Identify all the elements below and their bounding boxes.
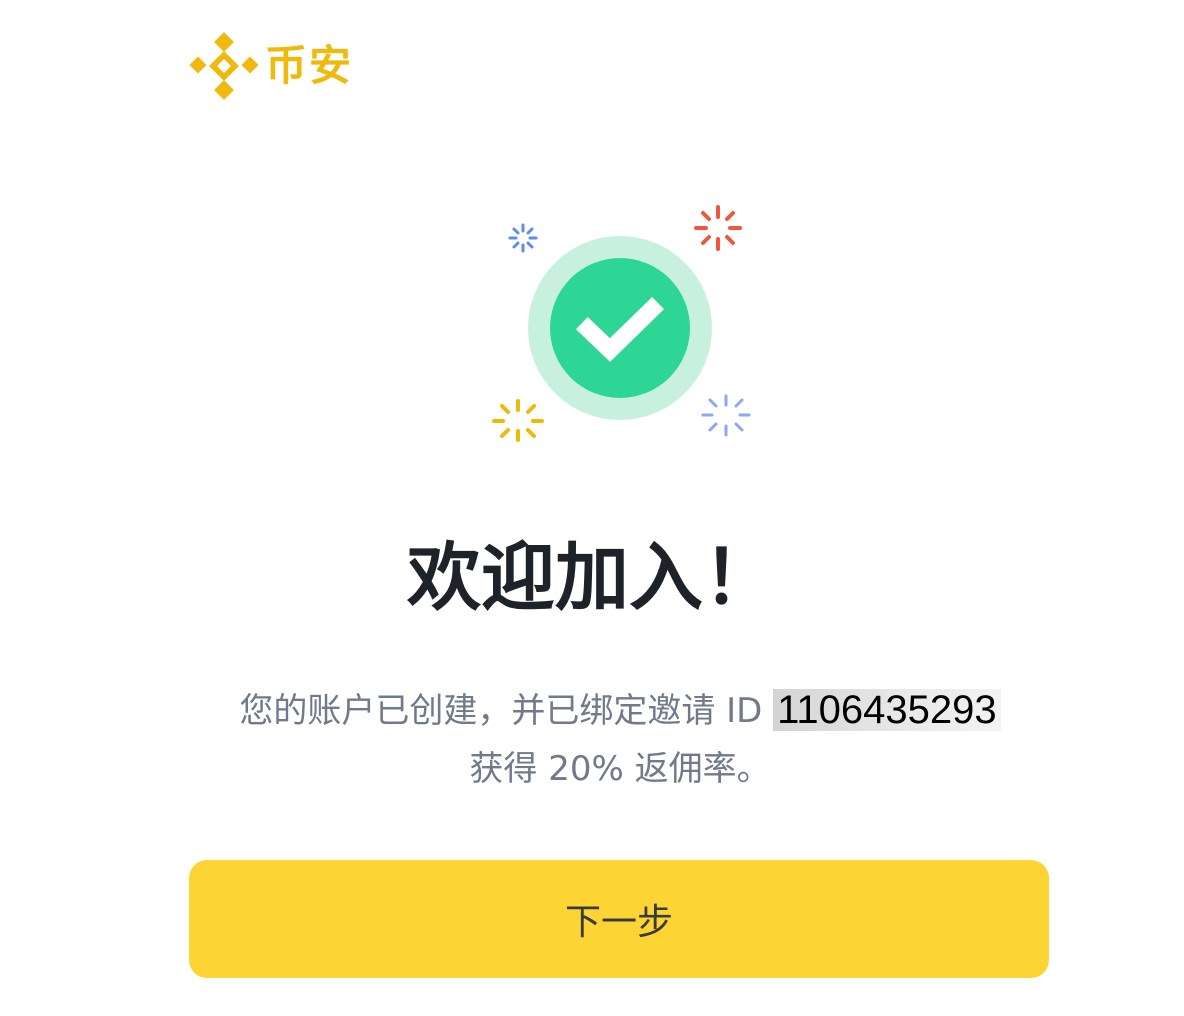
sparkle-icon bbox=[492, 399, 544, 442]
welcome-title: 欢迎加入！ bbox=[407, 535, 777, 621]
next-step-button[interactable]: 下一步 bbox=[189, 860, 1049, 978]
description-line-1: 您的账户已创建，并已绑定邀请 ID 1106435293 bbox=[150, 682, 1090, 740]
sparkle-icon bbox=[694, 205, 742, 251]
commission-rate-text: 获得 20% 返佣率。 bbox=[469, 749, 771, 789]
sparkle-icon bbox=[508, 223, 538, 253]
account-created-text: 您的账户已创建，并已绑定邀请 ID bbox=[239, 691, 774, 731]
success-illustration bbox=[480, 195, 760, 465]
sparkle-icon bbox=[701, 394, 751, 437]
binance-logo-icon bbox=[189, 32, 259, 100]
brand-name: 币安 bbox=[265, 41, 354, 90]
welcome-description: 您的账户已创建，并已绑定邀请 ID 1106435293 获得 20% 返佣率。 bbox=[150, 682, 1090, 798]
brand-logo: 币安 bbox=[189, 30, 353, 102]
referral-id: 1106435293 bbox=[773, 688, 1001, 731]
